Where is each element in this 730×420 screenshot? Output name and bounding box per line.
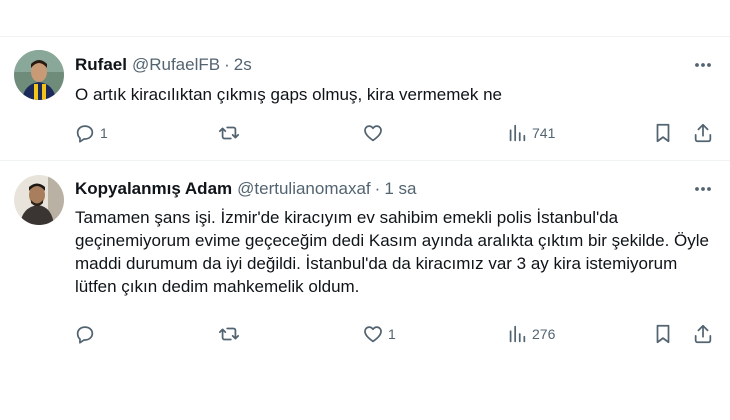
author-name[interactable]: Kopyalanmış Adam bbox=[75, 179, 232, 199]
reply-icon bbox=[76, 125, 94, 143]
tweet-header: Kopyalanmış Adam @tertulianomaxaf · 1 sa bbox=[75, 178, 690, 200]
reply-button[interactable] bbox=[74, 322, 100, 346]
tweet-header: Rufael @RufaelFB · 2s bbox=[75, 54, 690, 76]
tweet-text: Tamamen şans işi. İzmir'de kiracıyım ev … bbox=[75, 208, 709, 296]
bookmark-button[interactable] bbox=[652, 322, 674, 346]
views-icon bbox=[509, 325, 526, 343]
author-name[interactable]: Rufael bbox=[75, 55, 127, 75]
author-handle[interactable]: @RufaelFB bbox=[132, 55, 220, 75]
reply-count: 1 bbox=[100, 125, 108, 141]
like-icon bbox=[364, 326, 382, 343]
retweet-icon bbox=[218, 327, 240, 341]
like-count: 1 bbox=[388, 326, 396, 342]
reply-icon bbox=[76, 326, 94, 344]
share-button[interactable] bbox=[692, 121, 714, 145]
retweet-button[interactable] bbox=[218, 322, 244, 346]
timestamp[interactable]: 2s bbox=[234, 55, 252, 75]
views-count: 741 bbox=[532, 125, 556, 141]
share-icon bbox=[694, 123, 712, 143]
retweet-icon bbox=[218, 126, 240, 140]
action-bar: 1 276 bbox=[70, 322, 722, 346]
more-options-icon[interactable] bbox=[692, 54, 714, 76]
views-button[interactable]: 276 bbox=[506, 322, 555, 346]
retweet-button[interactable] bbox=[218, 121, 244, 145]
action-bar: 1 741 bbox=[70, 121, 722, 145]
share-icon bbox=[694, 324, 712, 344]
timestamp[interactable]: 1 sa bbox=[384, 179, 416, 199]
author-handle[interactable]: @tertulianomaxaf bbox=[237, 179, 371, 199]
separator: · bbox=[374, 179, 381, 198]
like-button[interactable]: 1 bbox=[362, 322, 396, 346]
views-count: 276 bbox=[532, 326, 556, 342]
avatar[interactable] bbox=[14, 175, 64, 225]
views-button[interactable]: 741 bbox=[506, 121, 555, 145]
bookmark-icon bbox=[656, 324, 670, 344]
like-icon bbox=[364, 125, 382, 142]
separator: · bbox=[224, 55, 230, 74]
avatar[interactable] bbox=[14, 50, 64, 100]
bookmark-icon bbox=[656, 123, 670, 143]
tweet[interactable]: Kopyalanmış Adam @tertulianomaxaf · 1 sa… bbox=[0, 162, 730, 362]
share-button[interactable] bbox=[692, 322, 714, 346]
tweet[interactable]: Rufael @RufaelFB · 2s O artık kiracılıkt… bbox=[0, 37, 730, 161]
more-options-icon[interactable] bbox=[692, 178, 714, 200]
bookmark-button[interactable] bbox=[652, 121, 674, 145]
tweet-text: O artık kiracılıktan çıkmış gaps olmuş, … bbox=[75, 85, 503, 104]
like-button[interactable] bbox=[362, 121, 388, 145]
views-icon bbox=[509, 124, 526, 142]
reply-button[interactable]: 1 bbox=[74, 121, 108, 145]
